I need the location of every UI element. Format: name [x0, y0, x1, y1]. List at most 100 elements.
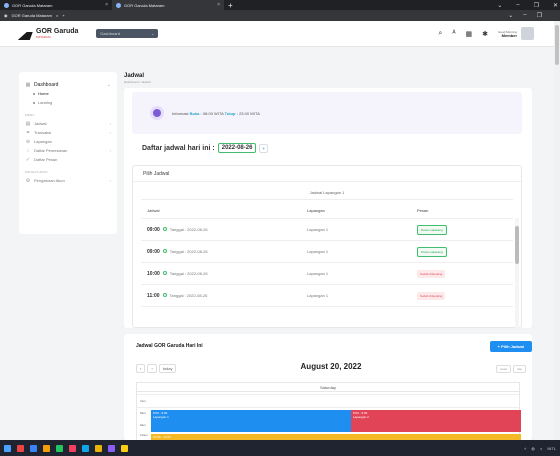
- new-tab-icon[interactable]: +: [62, 13, 64, 18]
- restore-icon[interactable]: ❐: [534, 2, 539, 9]
- page-scrollbar[interactable]: [554, 21, 560, 440]
- tab-title: GOR Garuda Mataram: [124, 2, 165, 8]
- restore-icon[interactable]: ❐: [537, 12, 542, 19]
- jadwal-card: Informasi Buka : 08:00 WITA Tutup : 23:0…: [124, 88, 532, 328]
- sidebar-item-label: Lapangan: [34, 139, 52, 144]
- minimize-icon[interactable]: –: [523, 12, 526, 19]
- chevron-down-icon[interactable]: ⌄: [497, 2, 502, 9]
- app-icon[interactable]: [17, 444, 24, 452]
- dashboard-icon: ▦: [25, 81, 31, 88]
- sidebar-item-jadwal[interactable]: ▤ Jadwal ›: [25, 119, 111, 128]
- table-row: 11:00 Tanggal : 2022-08-26 Lapangan 1 Sud…: [141, 285, 513, 307]
- globe-icon: [4, 2, 9, 8]
- pesan-sekarang-button[interactable]: Pesan sekarang: [417, 224, 447, 235]
- row-time: 09:00: [147, 226, 160, 233]
- date-add-button[interactable]: +: [259, 143, 268, 153]
- scrollbar-thumb[interactable]: [515, 226, 519, 264]
- sidebar-item-lapangan[interactable]: ⊘ Lapangan: [25, 137, 111, 146]
- system-tray: ˄ ◍ ◖ INTL: [524, 446, 560, 451]
- info-text: Informasi Buka : 08:00 WITA Tutup : 23:0…: [172, 111, 260, 116]
- bullet-icon: [33, 101, 35, 104]
- pilih-jadwal-button[interactable]: + Pilih Jadwal: [489, 341, 532, 352]
- close-icon[interactable]: ×: [105, 2, 108, 8]
- row-lapangan: Lapangan 1: [307, 249, 329, 254]
- app-icon[interactable]: [82, 444, 89, 452]
- chevron-down-icon: ⌄: [151, 31, 155, 36]
- globe-icon: ◉: [4, 13, 8, 18]
- app-icon[interactable]: [69, 444, 76, 452]
- row-time: 11:00: [147, 292, 160, 299]
- close-window-icon[interactable]: ✕: [553, 2, 558, 9]
- info-box: Informasi Buka : 08:00 WITA Tutup : 23:0…: [132, 92, 522, 134]
- user-menu[interactable]: Good Morning Member: [498, 27, 534, 40]
- addressbar-title[interactable]: GOR Garuda Mataram: [12, 13, 52, 18]
- volume-icon[interactable]: ◖: [540, 446, 542, 451]
- browser-tab-1[interactable]: GOR Garuda Mataram ×: [0, 0, 112, 10]
- info-prefix: Informasi: [172, 110, 189, 116]
- close-icon[interactable]: ×: [217, 2, 220, 8]
- table-row: 09:00 Tanggal : 2022-08-26 Lapangan 1 Pes…: [141, 219, 513, 241]
- table-row: 10:00 Tanggal : 2022-08-26 Lapangan 1 Sud…: [141, 263, 513, 285]
- row-date: Tanggal : 2022-08-26: [169, 248, 208, 254]
- calendar-event[interactable]: 8:00 - 9:00 Lapangan 2: [351, 410, 521, 432]
- pilih-jadwal-box: Pilih Jadwal Jadwal Lapangan 1 Jadwal La…: [132, 165, 522, 328]
- sidebar-section-settings: PENGATURAN: [25, 170, 48, 174]
- sidebar-item-landing[interactable]: Landing: [25, 98, 111, 107]
- scrollbar-thumb[interactable]: [555, 25, 559, 65]
- network-icon[interactable]: ◍: [531, 446, 535, 451]
- header-icons: ⌕ ᴬ ▦ ✱ Good Morning Member: [438, 27, 534, 40]
- folder-icon[interactable]: [43, 444, 50, 452]
- tab-title: GOR Garuda Mataram: [12, 2, 53, 8]
- daftar-heading: Daftar jadwal hari ini : 2022-08-26 +: [142, 143, 268, 153]
- sidebar-item-pengaturan-akun[interactable]: ⚙ Pengaturan Akun ›: [25, 176, 111, 185]
- theme-icon[interactable]: ✱: [482, 30, 488, 38]
- sidebar-item-transaksi[interactable]: ⌗ Transaksi ›: [25, 128, 111, 137]
- pesan-sekarang-button[interactable]: Pesan sekarang: [417, 246, 447, 257]
- sidebar-item-daftar-pemesanan[interactable]: ⁝ Daftar Pemesanan ›: [25, 146, 111, 155]
- row-lapangan: Lapangan 1: [307, 293, 329, 298]
- app-icon[interactable]: [56, 444, 63, 452]
- sidebar-item-dashboard[interactable]: ▦ Dashboard ⌄: [25, 80, 111, 89]
- chevron-right-icon: ›: [109, 178, 111, 183]
- grid-icon[interactable]: ▦: [465, 30, 472, 38]
- calendar-event[interactable]: 8:00 - 9:00 Lapangan 1: [151, 410, 351, 432]
- breadcrumb-select[interactable]: Dashboard ⌄: [96, 29, 159, 38]
- chevron-up-icon[interactable]: ˄: [524, 446, 526, 451]
- search-icon[interactable]: ⌕: [438, 30, 442, 38]
- row-time: 09:00: [147, 248, 160, 255]
- browser-tab-2[interactable]: GOR Garuda Mataram ×: [112, 0, 224, 10]
- slot-line: [137, 394, 519, 395]
- table-scrollbar[interactable]: [515, 218, 519, 328]
- app-icon[interactable]: [108, 444, 115, 452]
- clock-icon: [162, 271, 167, 276]
- breadcrumb-select-value: Dashboard: [100, 31, 120, 36]
- brand-sub: MATARAM: [36, 35, 51, 39]
- addressbar-left: ◉ GOR Garuda Mataram × +: [4, 13, 65, 18]
- slot-label: 10am: [140, 433, 148, 437]
- new-tab-icon[interactable]: +: [228, 1, 233, 10]
- translate-icon[interactable]: ᴬ: [452, 30, 455, 37]
- avatar[interactable]: [521, 27, 534, 40]
- brand[interactable]: GOR Garuda MATARAM: [17, 27, 78, 40]
- chrome-icon[interactable]: [121, 444, 128, 452]
- chevron-down-icon[interactable]: ⌄: [508, 12, 513, 19]
- windows-start-icon[interactable]: [4, 444, 11, 452]
- sidebar-item-daftar-pesan[interactable]: ✓ Daftar Pesan: [25, 155, 111, 164]
- sidebar: ▦ Dashboard ⌄ Home Landing MENU ▤ Jadwal…: [19, 72, 117, 234]
- chevron-right-icon: ›: [109, 148, 111, 153]
- close-icon[interactable]: ×: [56, 13, 58, 18]
- minimize-icon[interactable]: –: [516, 2, 519, 8]
- globe-icon: [116, 2, 121, 8]
- tab-jadwal-lapangan-1[interactable]: Jadwal Lapangan 1: [141, 185, 513, 200]
- sidebar-item-home[interactable]: Home: [25, 89, 111, 98]
- table-row: 09:00 Tanggal : 2022-08-26 Lapangan 1 Pes…: [141, 241, 513, 263]
- calendar-date: August 20, 2022: [300, 362, 362, 371]
- info-tutup-time: 23:00 WITA: [239, 110, 260, 116]
- calendar-title: Jadwal GOR Garuda Hari Ini: [136, 343, 203, 349]
- date-input[interactable]: 2022-08-26: [217, 143, 257, 153]
- event-title: Lapangan 2: [353, 415, 369, 419]
- sidebar-item-label: Jadwal: [34, 121, 47, 126]
- row-date: Tanggal : 2022-08-26: [169, 292, 208, 298]
- app-icon[interactable]: [95, 444, 102, 452]
- app-icon[interactable]: [30, 444, 37, 452]
